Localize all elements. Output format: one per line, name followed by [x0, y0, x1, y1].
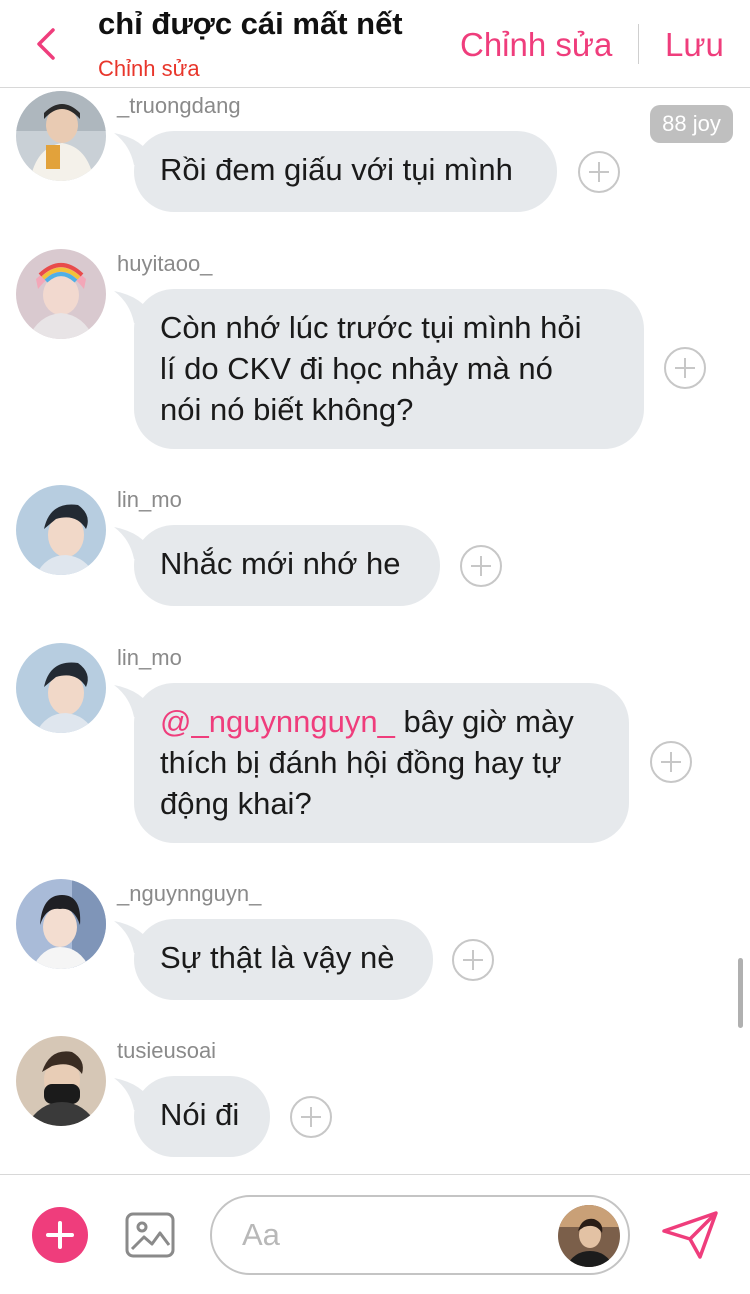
chat-title: chỉ được cái mất nết [98, 6, 403, 41]
message-text: bây giờ mày [394, 704, 574, 739]
add-reaction-button[interactable] [664, 347, 706, 389]
avatar[interactable] [16, 643, 106, 733]
send-icon [662, 1211, 718, 1259]
user-mention[interactable]: @_nguynnguyn_ [160, 704, 395, 739]
image-button[interactable] [124, 1209, 176, 1261]
composer-bar [0, 1174, 750, 1294]
avatar[interactable] [16, 485, 106, 575]
message-list[interactable]: _truongdang Rồi đem giấu với tụi mình 88… [0, 89, 750, 1174]
message-line: @_nguynnguyn_ bây giờ mày [160, 701, 603, 742]
message-bubble[interactable]: Sự thật là vậy nè [134, 919, 433, 1000]
add-reaction-button[interactable] [460, 545, 502, 587]
message-line: nói nó biết không? [160, 392, 414, 427]
add-reaction-button[interactable] [452, 939, 494, 981]
message-username: tusieusoai [117, 1038, 217, 1063]
message-username: huyitaoo_ [117, 251, 213, 276]
joy-badge: 88 joy [650, 105, 733, 143]
message-username: _nguynnguyn_ [117, 881, 262, 906]
avatar[interactable] [16, 1036, 106, 1126]
message-bubble[interactable]: Nói đi [134, 1076, 270, 1157]
header-divider [638, 24, 639, 64]
edit-button[interactable]: Chỉnh sửa [460, 26, 612, 64]
message-line: Còn nhớ lúc trước tụi mình hỏi [160, 310, 582, 345]
avatar[interactable] [16, 91, 106, 181]
message-username: lin_mo [117, 645, 182, 670]
add-reaction-button[interactable] [578, 151, 620, 193]
message-bubble[interactable]: Nhắc mới nhớ he [134, 525, 440, 606]
message-username: _truongdang [117, 93, 241, 118]
chat-header: chỉ được cái mất nết Chỉnh sửa Chỉnh sửa… [0, 0, 750, 88]
add-attachment-button[interactable] [32, 1207, 88, 1263]
message-bubble[interactable]: @_nguynnguyn_ bây giờ mày thích bị đánh … [134, 683, 629, 843]
save-button[interactable]: Lưu [665, 26, 724, 64]
message-bubble[interactable]: Còn nhớ lúc trước tụi mình hỏi lí do CKV… [134, 289, 644, 449]
send-button[interactable] [660, 1209, 720, 1261]
back-button[interactable] [26, 22, 66, 66]
avatar[interactable] [16, 249, 106, 339]
image-icon [125, 1212, 175, 1258]
message-line: thích bị đánh hội đồng hay tự [160, 745, 562, 780]
chat-subtitle[interactable]: Chỉnh sửa [98, 56, 200, 82]
message-line: lí do CKV đi học nhảy mà nó [160, 351, 553, 386]
add-reaction-button[interactable] [650, 741, 692, 783]
add-reaction-button[interactable] [290, 1096, 332, 1138]
sticker-avatar-button[interactable] [558, 1205, 620, 1267]
message-username: lin_mo [117, 487, 182, 512]
message-bubble[interactable]: Rồi đem giấu với tụi mình [134, 131, 557, 212]
chevron-left-icon [37, 28, 55, 60]
scrollbar[interactable] [738, 958, 743, 1028]
avatar[interactable] [16, 879, 106, 969]
message-line: động khai? [160, 786, 312, 821]
